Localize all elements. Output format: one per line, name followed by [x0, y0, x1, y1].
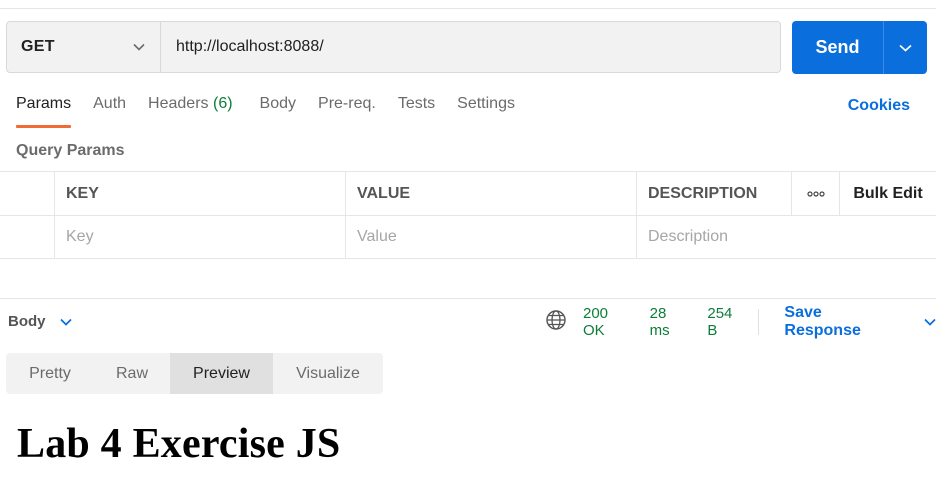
response-view-switcher: Pretty Raw Preview Visualize: [6, 353, 383, 394]
view-visualize[interactable]: Visualize: [273, 353, 383, 394]
column-header-description: DESCRIPTION: [637, 172, 792, 215]
tab-headers-label: Headers: [148, 95, 209, 112]
response-body-dropdown[interactable]: Body: [8, 313, 72, 330]
save-response-button[interactable]: Save Response: [772, 304, 936, 340]
send-button-group: Send: [792, 21, 927, 74]
bulk-edit-button[interactable]: Bulk Edit: [840, 172, 936, 215]
chevron-down-icon: [914, 313, 936, 331]
view-preview[interactable]: Preview: [170, 353, 273, 394]
status-code[interactable]: 200 OK: [583, 305, 634, 339]
response-meta: 200 OK 28 ms 254 B Save Response: [545, 304, 936, 339]
param-description-input[interactable]: Description: [637, 216, 936, 258]
preview-heading: Lab 4 Exercise JS: [17, 421, 341, 467]
tab-tests[interactable]: Tests: [398, 95, 435, 128]
view-pretty[interactable]: Pretty: [6, 353, 94, 394]
view-raw[interactable]: Raw: [94, 353, 170, 394]
table-header-row: KEY VALUE DESCRIPTION Bulk Edit: [0, 171, 936, 215]
tab-body[interactable]: Body: [260, 95, 296, 128]
response-body-label: Body: [8, 313, 46, 330]
tab-auth[interactable]: Auth: [93, 95, 126, 128]
request-tabs: Params Auth Headers (6) Body Pre-req. Te…: [16, 95, 537, 129]
request-url-bar: GET: [6, 21, 781, 73]
save-response-label: Save Response: [784, 304, 861, 339]
tab-params[interactable]: Params: [16, 95, 72, 128]
param-key-input[interactable]: Key: [55, 216, 346, 258]
headers-count-badge: (6): [212, 95, 233, 112]
send-options-button[interactable]: [884, 21, 927, 74]
response-size[interactable]: 254 B: [707, 305, 746, 339]
top-divider: [0, 8, 936, 9]
method-label: GET: [21, 38, 55, 55]
cookies-link[interactable]: Cookies: [848, 97, 910, 115]
param-value-input[interactable]: Value: [346, 216, 637, 258]
row-checkbox-cell: [0, 216, 55, 258]
tab-settings[interactable]: Settings: [457, 95, 515, 128]
column-header-key: KEY: [55, 172, 346, 215]
tab-headers[interactable]: Headers (6): [148, 95, 233, 128]
method-select[interactable]: GET: [7, 22, 161, 72]
table-row: Key Value Description: [0, 215, 936, 259]
table-header-checkbox-cell: [0, 172, 55, 215]
more-options-icon: [806, 190, 825, 197]
tab-prereq[interactable]: Pre-req.: [318, 95, 376, 128]
response-time[interactable]: 28 ms: [650, 305, 691, 339]
column-options-button[interactable]: [792, 172, 840, 215]
query-params-table: KEY VALUE DESCRIPTION Bulk Edit Key Valu…: [0, 171, 936, 259]
response-divider: [0, 298, 936, 299]
query-params-title: Query Params: [16, 142, 125, 159]
meta-divider: [758, 309, 760, 335]
chevron-down-icon: [46, 313, 72, 330]
globe-icon[interactable]: [545, 309, 567, 335]
send-button[interactable]: Send: [792, 21, 883, 74]
chevron-down-icon: [899, 39, 912, 57]
url-input[interactable]: [161, 22, 780, 72]
chevron-down-icon: [133, 38, 145, 56]
column-header-value: VALUE: [346, 172, 637, 215]
